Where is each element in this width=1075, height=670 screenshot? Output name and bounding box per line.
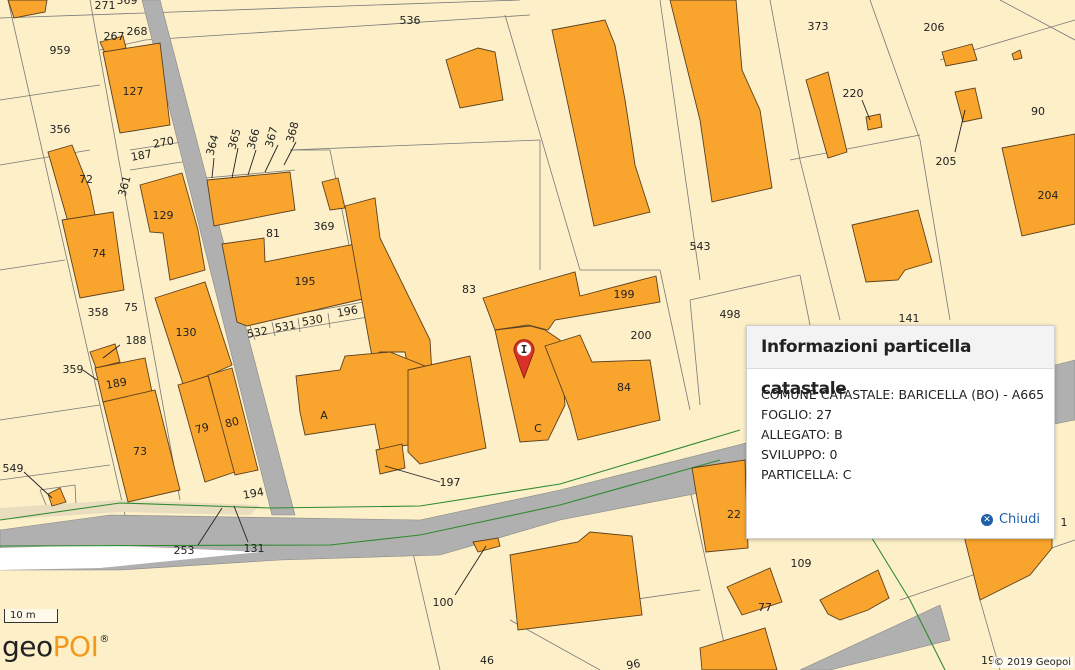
parcel-label: 498 (720, 308, 741, 321)
parcel-label: 369 (117, 0, 138, 7)
parcel-label: 356 (50, 123, 71, 136)
marker-letter: I (521, 343, 528, 356)
close-icon: ✕ (980, 513, 993, 526)
logo-registered: ® (99, 634, 109, 645)
close-label: Chiudi (998, 512, 1040, 527)
parcel-label: 83 (462, 283, 476, 296)
parcel-label: 959 (50, 44, 71, 57)
parcel-label: 73 (133, 445, 147, 458)
popup-row-comune: COMUNE CATASTALE: BARICELLA (BO) - A665 (761, 387, 1045, 402)
parcel-label: 141 (899, 312, 920, 325)
parcel-label: C (534, 422, 542, 435)
parcel-label: 268 (127, 25, 148, 38)
parcel-label: 74 (92, 247, 106, 260)
parcel-label: 188 (126, 334, 147, 347)
logo-text-poi: POI (52, 630, 99, 663)
parcel-label: 543 (690, 240, 711, 253)
parcel-label: 129 (153, 209, 174, 222)
parcel-label: 205 (936, 155, 957, 168)
parcel-label: 75 (124, 301, 138, 314)
parcel-label: A (320, 409, 328, 422)
parcel-label: 84 (617, 381, 631, 394)
parcel-label: 536 (400, 14, 421, 27)
parcel-label: 373 (808, 20, 829, 33)
parcel-label: 359 (63, 363, 84, 376)
parcel-label: 72 (79, 173, 93, 186)
parcel-label: 81 (266, 227, 280, 240)
parcel-label: 220 (843, 87, 864, 100)
parcel-label: 109 (791, 557, 812, 570)
parcel-label: 22 (727, 508, 741, 521)
copyright: © 2019 Geopoi (991, 657, 1073, 668)
popup-title: Informazioni particella catastale (747, 326, 1054, 399)
parcel-info-popup: Informazioni particella catastale COMUNE… (746, 325, 1055, 539)
parcel-label: 267 (104, 30, 125, 43)
popup-body: COMUNE CATASTALE: BARICELLA (BO) - A665 … (747, 369, 1054, 485)
parcel-label: 96 (625, 657, 641, 670)
parcel-label: 204 (1038, 189, 1059, 202)
parcel-label: 90 (1031, 105, 1045, 118)
parcel-label: 199 (614, 288, 635, 301)
parcel-label: 369 (314, 220, 335, 233)
scale-bar: 10 m (4, 609, 58, 623)
parcel-label: 197 (440, 476, 461, 489)
popup-row-particella: PARTICELLA: C (761, 467, 852, 482)
logo-text-geo: geo (2, 630, 53, 663)
parcel-label: 358 (88, 306, 109, 319)
popup-row-foglio: FOGLIO: 27 (761, 407, 833, 422)
parcel-label: 46 (480, 654, 494, 667)
parcel-label: 77 (758, 601, 772, 614)
parcel-label: 549 (3, 462, 24, 475)
parcel-label: 1 (1061, 516, 1068, 529)
popup-row-sviluppo: SVILUPPO: 0 (761, 447, 838, 462)
parcel-label: 195 (295, 275, 316, 288)
parcel-label: 127 (123, 85, 144, 98)
close-button[interactable]: ✕ Chiudi (980, 512, 1040, 527)
parcel-label: 200 (631, 329, 652, 342)
parcel-label: 253 (174, 544, 195, 557)
parcel-label: 271 (95, 0, 116, 12)
popup-row-allegato: ALLEGATO: B (761, 427, 843, 442)
parcel-label: 206 (924, 21, 945, 34)
geopoi-logo: geo POI ® (2, 630, 109, 670)
parcel-label: 130 (176, 326, 197, 339)
parcel-label: 131 (244, 542, 265, 555)
parcel-label: 100 (433, 596, 454, 609)
